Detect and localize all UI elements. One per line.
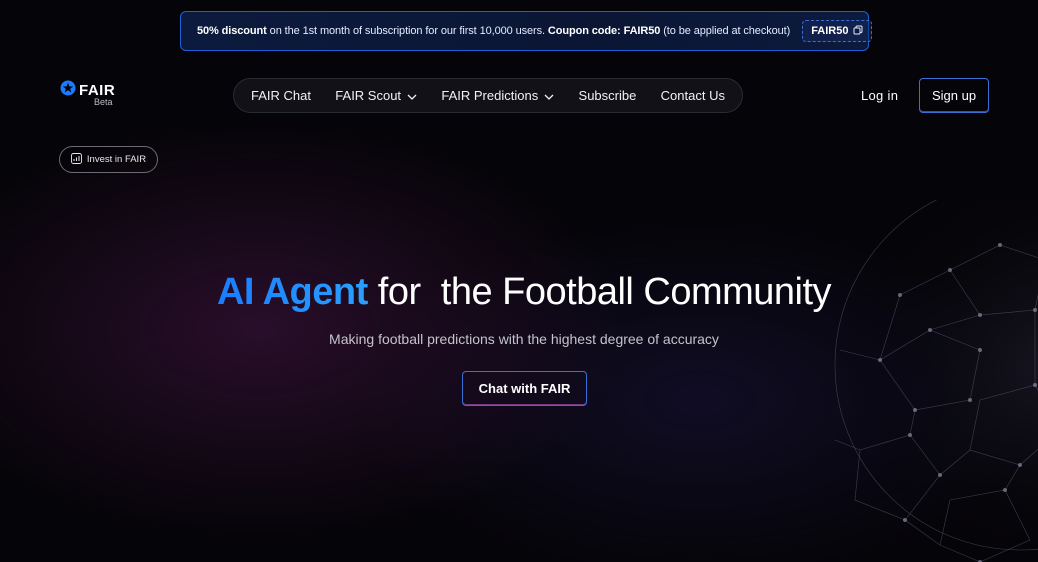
brand-logo[interactable]: FAIR Beta bbox=[60, 80, 115, 107]
chart-icon bbox=[70, 152, 82, 167]
coupon-copy-button[interactable]: FAIR50 bbox=[802, 20, 873, 42]
cta-label: Chat with FAIR bbox=[478, 381, 571, 396]
promo-banner: 50% discount on the 1st month of subscri… bbox=[180, 11, 873, 51]
chevron-down-icon bbox=[407, 88, 417, 103]
nav-item-fair-chat[interactable]: FAIR Chat bbox=[251, 88, 311, 103]
nav-item-label: Contact Us bbox=[660, 88, 725, 103]
brand-beta-tag: Beta bbox=[94, 97, 113, 107]
signup-button[interactable]: Sign up bbox=[919, 78, 989, 113]
invest-button[interactable]: Invest in FAIR bbox=[59, 146, 158, 173]
hero-title-rest: for the Football Community bbox=[367, 271, 832, 313]
copy-icon bbox=[853, 25, 863, 38]
promo-text: 50% discount on the 1st month of subscri… bbox=[197, 25, 790, 37]
nav-item-fair-scout[interactable]: FAIR Scout bbox=[335, 88, 417, 103]
promo-discount: 50% discount bbox=[197, 25, 267, 37]
football-globe-graphic bbox=[834, 200, 1038, 562]
hero-title-accent: AI Agent bbox=[216, 271, 368, 313]
promo-coupon-label: Coupon code: FAIR50 bbox=[547, 25, 661, 37]
nav-item-label: FAIR Chat bbox=[251, 88, 311, 103]
login-link[interactable]: Log in bbox=[861, 88, 898, 103]
invest-label: Invest in FAIR bbox=[86, 154, 147, 165]
chevron-down-icon bbox=[544, 88, 554, 103]
main-nav: FAIR Chat FAIR Scout FAIR Predictions Su… bbox=[233, 78, 743, 113]
promo-text-mid: on the 1st month of subscription for our… bbox=[266, 25, 548, 37]
star-badge-icon bbox=[60, 80, 76, 101]
nav-item-fair-predictions[interactable]: FAIR Predictions bbox=[441, 88, 554, 103]
chat-with-fair-button[interactable]: Chat with FAIR bbox=[462, 371, 587, 406]
promo-text-tail: (to be applied at checkout) bbox=[660, 25, 791, 37]
nav-item-label: FAIR Scout bbox=[335, 88, 402, 103]
nav-item-contact-us[interactable]: Contact Us bbox=[661, 88, 725, 103]
nav-item-label: FAIR Predictions bbox=[441, 88, 539, 103]
nav-item-label: Subscribe bbox=[578, 88, 637, 103]
coupon-code: FAIR50 bbox=[811, 25, 849, 37]
nav-item-subscribe[interactable]: Subscribe bbox=[579, 88, 637, 103]
signup-label: Sign up bbox=[931, 88, 977, 103]
